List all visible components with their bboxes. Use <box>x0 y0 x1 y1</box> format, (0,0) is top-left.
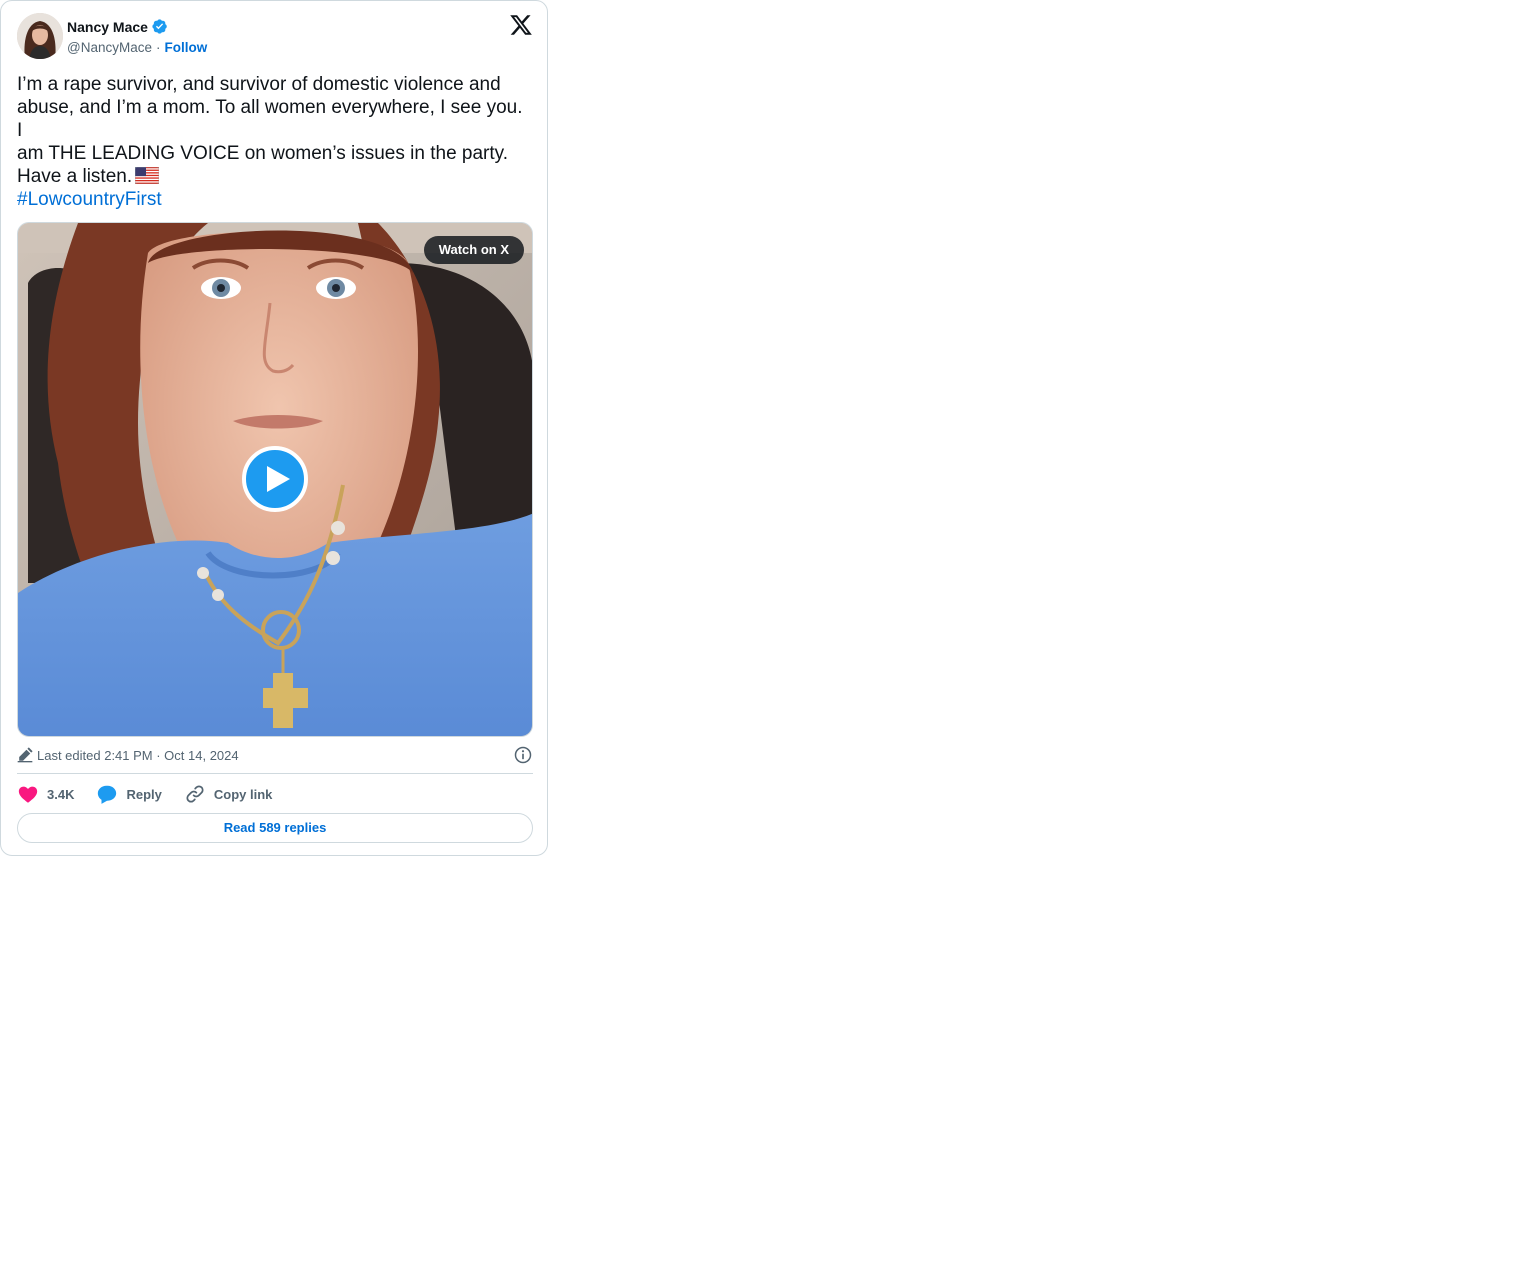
read-replies-button[interactable]: Read 589 replies <box>17 813 533 843</box>
play-icon[interactable] <box>242 446 308 512</box>
action-bar: 3.4K Reply Copy link <box>17 782 272 806</box>
divider <box>17 773 533 774</box>
reply-label: Reply <box>126 786 162 802</box>
author-handle[interactable]: @NancyMace <box>67 40 152 55</box>
hashtag-link[interactable]: #LowcountryFirst <box>17 189 162 211</box>
video-player[interactable]: Watch on X <box>17 222 533 737</box>
copy-link-button[interactable]: Copy link <box>184 783 273 805</box>
verified-badge-icon <box>152 19 167 34</box>
tweet-text-line: Have a listen. <box>17 165 533 188</box>
author-handle-row: @NancyMace · Follow <box>67 40 207 55</box>
pencil-icon <box>17 747 33 763</box>
tweet-text: I’m a rape survivor, and survivor of dom… <box>17 73 533 188</box>
reply-button[interactable]: Reply <box>96 783 162 805</box>
link-icon <box>186 785 204 803</box>
like-button[interactable]: 3.4K <box>17 783 74 805</box>
tweet-text-line: I’m a rape survivor, and survivor of dom… <box>17 74 501 95</box>
tweet-header: Nancy Mace @NancyMace · Follow <box>17 13 533 61</box>
author-name[interactable]: Nancy Mace <box>67 19 148 35</box>
follow-button[interactable]: Follow <box>164 40 207 55</box>
tweet-embed-card: Nancy Mace @NancyMace · Follow I’m a rap… <box>0 0 548 856</box>
last-edited-text[interactable]: Last edited 2:41 PM · Oct 14, 2024 <box>37 748 239 763</box>
separator-dot: · <box>155 40 161 55</box>
heart-icon <box>18 786 38 803</box>
copy-link-label: Copy link <box>213 786 273 802</box>
avatar[interactable] <box>17 13 63 59</box>
tweet-text-line: am THE LEADING VOICE on women’s issues i… <box>17 143 509 164</box>
watch-on-x-button[interactable]: Watch on X <box>423 236 524 264</box>
tweet-text-line: abuse, and I’m a mom. To all women every… <box>17 97 523 141</box>
tweet-text-line-4: Have a listen. <box>17 166 133 187</box>
reply-bubble-icon <box>98 785 117 804</box>
like-count: 3.4K <box>47 786 75 802</box>
author-name-row: Nancy Mace <box>67 18 168 35</box>
x-logo-icon[interactable] <box>509 13 533 37</box>
flag-us-icon <box>135 167 160 184</box>
edit-info-row: Last edited 2:41 PM · Oct 14, 2024 <box>17 745 533 765</box>
info-icon[interactable] <box>513 745 533 765</box>
